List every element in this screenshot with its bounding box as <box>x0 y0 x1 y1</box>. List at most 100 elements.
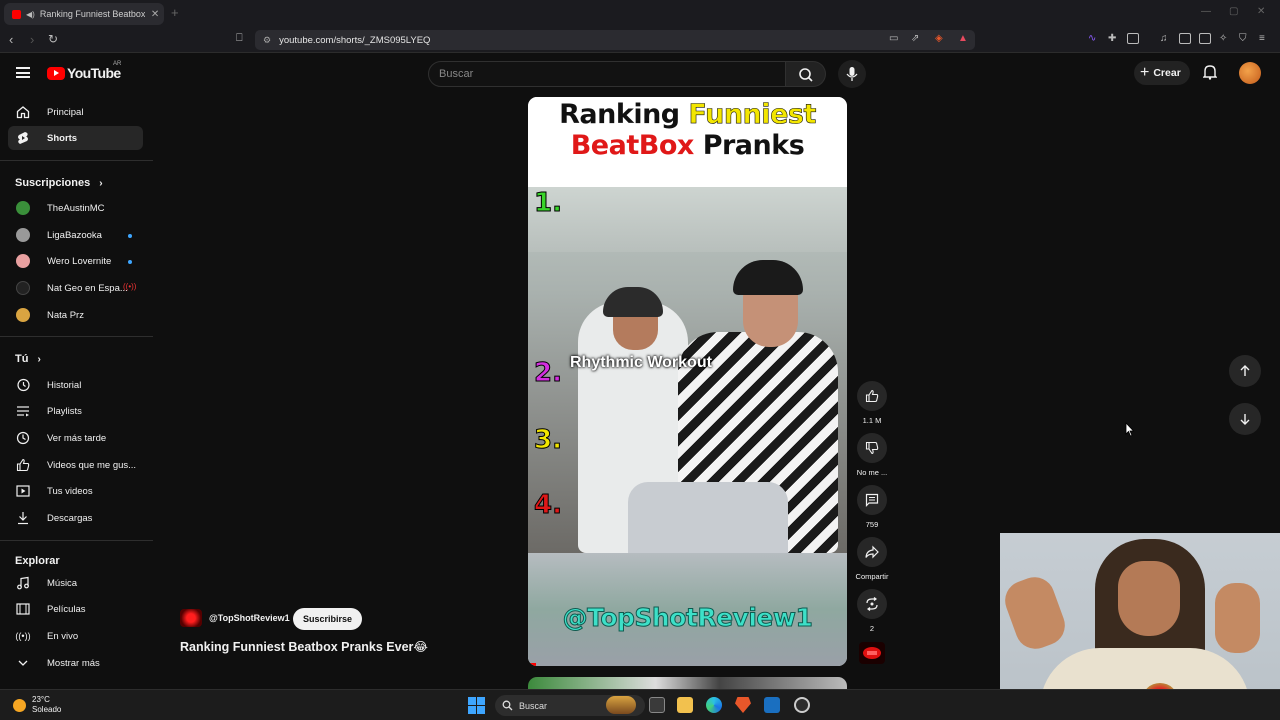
explore-heading: Explorar <box>15 555 60 567</box>
brave-shields-icon[interactable]: ◈ <box>935 33 943 44</box>
task-view-icon[interactable] <box>649 697 665 713</box>
notifications-bell-icon[interactable] <box>1203 64 1217 80</box>
leo-ai-icon[interactable]: ✧ <box>1219 33 1227 44</box>
sidebar-item-playlists[interactable]: Playlists <box>8 399 143 423</box>
create-label: Crear <box>1153 67 1181 79</box>
sidebar-item-peliculas[interactable]: Películas <box>8 597 143 621</box>
subscriptions-heading[interactable]: Suscripciones › <box>15 177 103 189</box>
video-title[interactable]: Ranking Funniest Beatbox Pranks Ever😂 <box>180 639 428 654</box>
sidebar-item-liked-videos[interactable]: Videos que me gus... <box>8 453 143 477</box>
search-button[interactable] <box>786 61 826 87</box>
person-right-head <box>743 287 798 347</box>
address-bar[interactable]: ⚙ youtube.com/shorts/_ZMS095LYEQ <box>255 30 975 50</box>
sidebar-item-label: Música <box>47 577 78 589</box>
sidebar-item-principal[interactable]: Principal <box>8 100 143 124</box>
sidebar-item-musica[interactable]: Música <box>8 571 143 595</box>
sidebar-item-shorts[interactable]: Shorts <box>8 126 143 150</box>
subscribe-button[interactable]: Suscribirse <box>293 608 362 630</box>
channel-name: Nat Geo en Espa... <box>47 282 128 294</box>
weather-text: 23°C Soleado <box>32 695 61 715</box>
wallet2-icon[interactable] <box>1199 33 1211 44</box>
vpn-icon[interactable]: ⛉ <box>1239 33 1247 44</box>
short-video-player[interactable]: 1. 2. Rhythmic Workout 3. 4. Ranking Fun… <box>528 97 847 666</box>
channel-avatar <box>16 281 30 295</box>
shorts-icon <box>15 130 31 146</box>
browser-menu-icon[interactable]: ≡ <box>1259 33 1265 44</box>
youtube-logo[interactable]: YouTube AR <box>47 61 121 81</box>
home-icon <box>15 104 31 120</box>
brave-rewards-icon[interactable]: ▲ <box>958 33 968 44</box>
new-tab-icon[interactable]: + <box>171 5 179 20</box>
file-explorer-icon[interactable] <box>677 697 693 713</box>
sidebar-item-mostrar-mas[interactable]: Mostrar más <box>8 651 143 675</box>
channel-avatar[interactable] <box>180 609 202 627</box>
create-button[interactable]: + Crear <box>1134 61 1190 85</box>
subscriptions-title: Suscripciones <box>15 177 91 189</box>
close-tab-icon[interactable]: ✕ <box>151 9 159 20</box>
webcam-person-hand-left <box>1000 571 1071 655</box>
reload-icon[interactable]: ↻ <box>48 32 58 46</box>
channel-avatar <box>16 308 30 322</box>
comment-count: 759 <box>865 520 879 529</box>
sidebar-item-en-vivo[interactable]: ((•)) En vivo <box>8 624 143 648</box>
van-roof <box>528 182 847 252</box>
bookmark-icon[interactable]: ⎕ <box>236 32 243 45</box>
share-button[interactable] <box>857 537 887 567</box>
maximize-icon[interactable]: ▢ <box>1229 6 1238 17</box>
channel-avatar <box>16 254 30 268</box>
site-settings-icon[interactable]: ⚙ <box>263 35 271 46</box>
search-icon <box>502 700 513 711</box>
hamburger-menu-icon[interactable] <box>16 67 30 78</box>
next-short-button[interactable] <box>1229 403 1261 435</box>
sidebar-toggle-icon[interactable] <box>1179 33 1191 44</box>
media-icon[interactable]: ♫ <box>1160 33 1168 44</box>
sidebar-item-tus-videos[interactable]: Tus videos <box>8 479 143 503</box>
channel-handle[interactable]: @TopShotReview1 <box>209 613 290 623</box>
user-avatar[interactable] <box>1239 62 1261 84</box>
voice-search-button[interactable] <box>838 60 866 88</box>
windows-start-icon[interactable] <box>468 697 485 714</box>
weather-widget[interactable]: 23°C Soleado <box>13 695 61 715</box>
like-button[interactable] <box>857 381 887 411</box>
share-page-icon[interactable]: ⇗ <box>911 33 919 44</box>
comments-button[interactable] <box>857 485 887 515</box>
sidebar-item-descargas[interactable]: Descargas <box>8 506 143 530</box>
extension-icon[interactable]: ∿ <box>1088 33 1096 44</box>
edge-icon[interactable] <box>706 697 722 713</box>
you-title: Tú <box>15 353 29 365</box>
search-input[interactable] <box>429 62 785 86</box>
remix-button[interactable] <box>857 589 887 619</box>
next-short-preview[interactable] <box>528 677 847 689</box>
sidebar-item-label: Mostrar más <box>47 657 100 669</box>
puzzle-extensions-icon[interactable]: ✚ <box>1108 33 1116 44</box>
remix-icon <box>866 597 878 611</box>
browser-tab[interactable]: ◀) Ranking Funniest Beatbox Pr ✕ <box>4 3 164 25</box>
overlay-title-line-2: BeatBox Pranks <box>528 130 847 161</box>
channel-info[interactable]: @TopShotReview1 <box>180 609 290 627</box>
settings-icon[interactable] <box>794 697 810 713</box>
tab-title: Ranking Funniest Beatbox Pr <box>39 9 145 19</box>
wallet-icon[interactable] <box>1127 33 1139 44</box>
audio-playing-icon[interactable]: ◀) <box>26 10 35 19</box>
ms-store-icon[interactable] <box>764 697 780 713</box>
sidebar-item-label: Ver más tarde <box>47 432 107 444</box>
browser-tab-bar: ◀) Ranking Funniest Beatbox Pr ✕ + — ▢ ✕ <box>0 0 1280 27</box>
forward-icon[interactable]: › <box>30 32 34 47</box>
video-progress-bar[interactable] <box>528 663 536 666</box>
close-window-icon[interactable]: ✕ <box>1257 6 1265 17</box>
you-heading[interactable]: Tú › <box>15 353 41 365</box>
cast-icon[interactable]: ▭ <box>889 33 898 44</box>
microphone-icon <box>846 67 858 81</box>
sidebar-item-historial[interactable]: Historial <box>8 373 143 397</box>
music-icon <box>15 575 31 591</box>
back-icon[interactable]: ‹ <box>9 32 13 47</box>
brave-icon[interactable] <box>735 697 751 713</box>
clock-icon <box>15 430 31 446</box>
channel-sound-thumbnail[interactable] <box>859 642 885 664</box>
dislike-button[interactable] <box>857 433 887 463</box>
sidebar-item-ver-mas-tarde[interactable]: Ver más tarde <box>8 426 143 450</box>
burger-widget-icon[interactable] <box>606 696 636 714</box>
minimize-icon[interactable]: — <box>1201 6 1211 17</box>
search-box[interactable] <box>428 61 786 87</box>
previous-short-button[interactable] <box>1229 355 1261 387</box>
